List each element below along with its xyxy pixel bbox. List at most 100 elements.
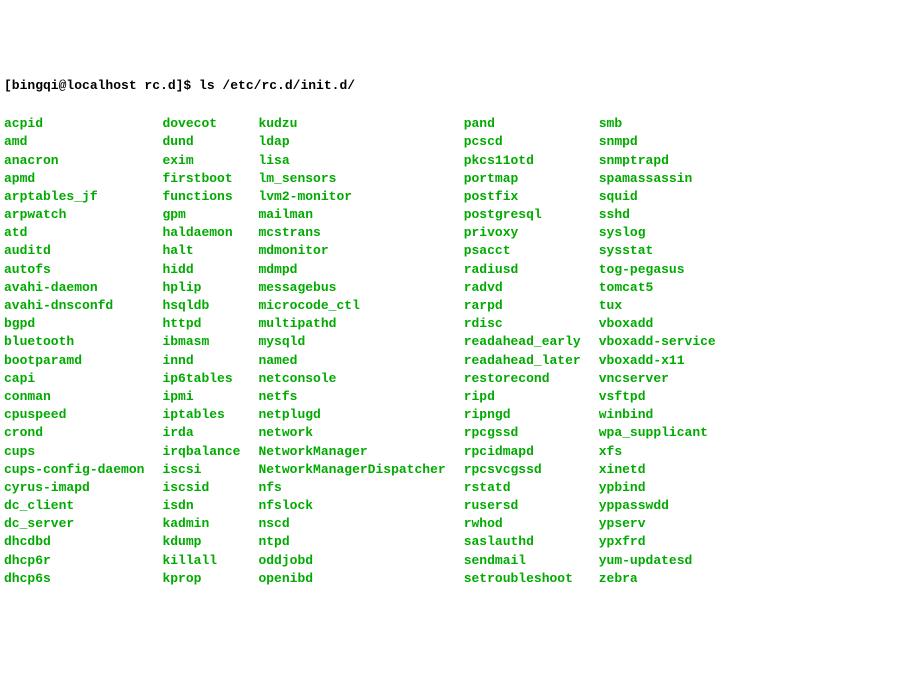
file-entry: vboxadd (599, 315, 716, 333)
listing-column: pandpcscdpkcs11otdportmappostfixpostgres… (464, 115, 581, 588)
file-entry: haldaemon (162, 224, 240, 242)
file-entry: kdump (162, 533, 240, 551)
file-entry: psacct (464, 242, 581, 260)
file-entry: anacron (4, 152, 144, 170)
file-entry: rwhod (464, 515, 581, 533)
file-entry: rusersd (464, 497, 581, 515)
file-entry: microcode_ctl (258, 297, 445, 315)
listing-column: smbsnmpdsnmptrapdspamassassinsquidsshdsy… (599, 115, 716, 588)
file-entry: zebra (599, 570, 716, 588)
file-entry: tog-pegasus (599, 261, 716, 279)
file-entry: sysstat (599, 242, 716, 260)
file-entry: conman (4, 388, 144, 406)
file-entry: messagebus (258, 279, 445, 297)
file-entry: mdmpd (258, 261, 445, 279)
file-entry: syslog (599, 224, 716, 242)
file-entry: firstboot (162, 170, 240, 188)
file-entry: setroubleshoot (464, 570, 581, 588)
file-entry: smb (599, 115, 716, 133)
file-entry: dhcdbd (4, 533, 144, 551)
ls-output-listing: acpidamdanacronapmdarptables_jfarpwatcha… (4, 115, 910, 588)
file-entry: avahi-daemon (4, 279, 144, 297)
file-entry: gpm (162, 206, 240, 224)
file-entry: functions (162, 188, 240, 206)
file-entry: pkcs11otd (464, 152, 581, 170)
file-entry: lvm2-monitor (258, 188, 445, 206)
file-entry: rstatd (464, 479, 581, 497)
file-entry: dc_client (4, 497, 144, 515)
file-entry: ip6tables (162, 370, 240, 388)
file-entry: named (258, 352, 445, 370)
file-entry: netplugd (258, 406, 445, 424)
file-entry: ripd (464, 388, 581, 406)
file-entry: apmd (4, 170, 144, 188)
file-entry: mysqld (258, 333, 445, 351)
file-entry: ipmi (162, 388, 240, 406)
file-entry: yppasswdd (599, 497, 716, 515)
file-entry: nfslock (258, 497, 445, 515)
file-entry: kadmin (162, 515, 240, 533)
file-entry: mdmonitor (258, 242, 445, 260)
file-entry: snmpd (599, 133, 716, 151)
file-entry: ibmasm (162, 333, 240, 351)
file-entry: innd (162, 352, 240, 370)
file-entry: NetworkManagerDispatcher (258, 461, 445, 479)
file-entry: capi (4, 370, 144, 388)
file-entry: network (258, 424, 445, 442)
file-entry: tomcat5 (599, 279, 716, 297)
shell-prompt-line: [bingqi@localhost rc.d]$ ls /etc/rc.d/in… (4, 77, 910, 95)
file-entry: rpcidmapd (464, 443, 581, 461)
file-entry: netconsole (258, 370, 445, 388)
file-entry: readahead_early (464, 333, 581, 351)
file-entry: hsqldb (162, 297, 240, 315)
file-entry: bootparamd (4, 352, 144, 370)
file-entry: spamassassin (599, 170, 716, 188)
file-entry: radvd (464, 279, 581, 297)
file-entry: irqbalance (162, 443, 240, 461)
file-entry: rpcsvcgssd (464, 461, 581, 479)
file-entry: hplip (162, 279, 240, 297)
file-entry: mcstrans (258, 224, 445, 242)
file-entry: halt (162, 242, 240, 260)
file-entry: exim (162, 152, 240, 170)
file-entry: cpuspeed (4, 406, 144, 424)
file-entry: portmap (464, 170, 581, 188)
file-entry: postfix (464, 188, 581, 206)
file-entry: tux (599, 297, 716, 315)
file-entry: pand (464, 115, 581, 133)
file-entry: rdisc (464, 315, 581, 333)
file-entry: vsftpd (599, 388, 716, 406)
file-entry: ntpd (258, 533, 445, 551)
file-entry: dc_server (4, 515, 144, 533)
file-entry: httpd (162, 315, 240, 333)
file-entry: acpid (4, 115, 144, 133)
file-entry: vncserver (599, 370, 716, 388)
file-entry: yum-updatesd (599, 552, 716, 570)
file-entry: snmptrapd (599, 152, 716, 170)
file-entry: killall (162, 552, 240, 570)
file-entry: wpa_supplicant (599, 424, 716, 442)
file-entry: xfs (599, 443, 716, 461)
file-entry: hidd (162, 261, 240, 279)
file-entry: iptables (162, 406, 240, 424)
file-entry: dund (162, 133, 240, 151)
file-entry: dhcp6s (4, 570, 144, 588)
file-entry: amd (4, 133, 144, 151)
file-entry: atd (4, 224, 144, 242)
file-entry: ypbind (599, 479, 716, 497)
file-entry: auditd (4, 242, 144, 260)
file-entry: oddjobd (258, 552, 445, 570)
file-entry: ripngd (464, 406, 581, 424)
prompt-text: [bingqi@localhost rc.d]$ ls /etc/rc.d/in… (4, 78, 355, 93)
file-entry: bgpd (4, 315, 144, 333)
file-entry: cups-config-daemon (4, 461, 144, 479)
file-entry: xinetd (599, 461, 716, 479)
file-entry: irda (162, 424, 240, 442)
file-entry: dhcp6r (4, 552, 144, 570)
file-entry: pcscd (464, 133, 581, 151)
file-entry: multipathd (258, 315, 445, 333)
file-entry: sshd (599, 206, 716, 224)
file-entry: readahead_later (464, 352, 581, 370)
file-entry: ypserv (599, 515, 716, 533)
file-entry: winbind (599, 406, 716, 424)
